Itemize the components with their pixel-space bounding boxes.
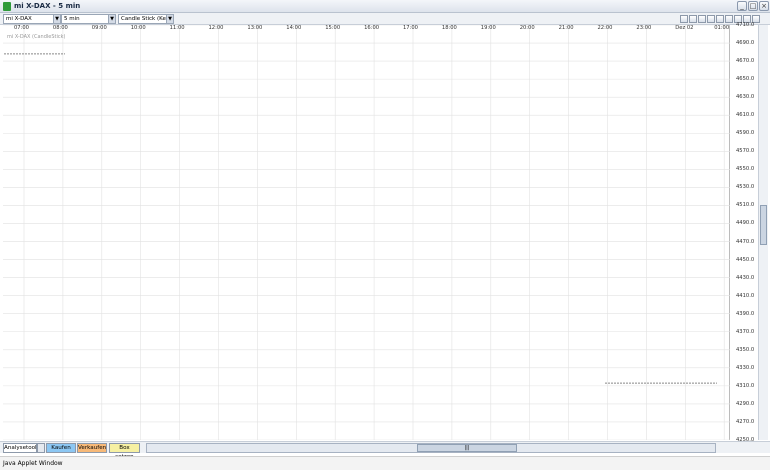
price-tick-label: 4690.0 xyxy=(736,40,755,47)
chevron-down-icon[interactable]: ▼ xyxy=(53,15,60,23)
instrument-select-value: mi X-DAX xyxy=(6,16,32,22)
box-set-button[interactable]: Box setzen xyxy=(109,443,140,460)
buy-button[interactable]: Kaufen xyxy=(46,443,76,453)
price-tick-label: 4650.0 xyxy=(736,76,755,83)
chart-toolbar: mi X-DAX ▼ 5 min ▼ Candle Stick (Kerzen)… xyxy=(0,13,770,25)
time-tick-label: 17:00 xyxy=(403,25,418,31)
zoom-in-icon[interactable] xyxy=(725,15,733,23)
time-tick-label: 14:00 xyxy=(286,25,302,31)
price-tick-label: 4390.0 xyxy=(736,310,755,317)
text-tool-icon[interactable] xyxy=(707,15,715,23)
price-tick-label: 4470.0 xyxy=(736,238,755,245)
price-tick-label: 4270.0 xyxy=(736,418,755,425)
time-tick-label: 08:00 xyxy=(52,25,68,31)
chart-panel[interactable]: mi X-DAX (CandleStick) 4710.0 4690.0 4670.… xyxy=(0,22,770,443)
sell-button[interactable]: Verkaufen xyxy=(77,443,107,453)
price-tick-label: 4550.0 xyxy=(736,166,755,173)
bottom-toolbar: Analysetool Kaufen Verkaufen Box setzen … xyxy=(0,441,770,460)
time-tick-label: 07:00 xyxy=(14,25,29,31)
horizontal-scrollbar-thumb[interactable]: ||| xyxy=(417,444,517,452)
price-tick-label: 4330.0 xyxy=(736,364,755,371)
time-tick-label: 10:00 xyxy=(130,25,146,31)
draw-trend-icon[interactable] xyxy=(689,15,697,23)
chart-type-select[interactable]: Candle Stick (Kerzen) ▼ xyxy=(118,14,174,24)
app-icon xyxy=(3,2,11,11)
indicator-icon[interactable] xyxy=(716,15,724,23)
window-title: mi X-DAX - 5 min xyxy=(14,2,81,10)
time-tick-label: 16:00 xyxy=(364,25,380,31)
instrument-label: mi X-DAX (CandleStick) xyxy=(7,34,66,40)
time-tick-label: 22:00 xyxy=(597,25,613,31)
time-tick-label: 12:00 xyxy=(208,25,224,31)
interval-select-value: 5 min xyxy=(64,16,80,22)
analysis-tool-button[interactable]: Analysetool xyxy=(3,443,37,453)
status-bar: Java Applet Window xyxy=(0,456,770,470)
price-tick-label: 4490.0 xyxy=(736,220,755,227)
price-tick-label: 4630.0 xyxy=(736,94,755,101)
time-tick-label: 18:00 xyxy=(441,25,457,31)
chevron-down-icon[interactable]: ▼ xyxy=(108,15,115,23)
interval-select[interactable]: 5 min ▼ xyxy=(61,14,116,24)
price-tick-label: 4570.0 xyxy=(736,148,755,155)
time-tick-label: 21:00 xyxy=(558,25,574,31)
price-tick-label: 4430.0 xyxy=(736,274,755,281)
draw-line-icon[interactable] xyxy=(680,15,688,23)
price-tick-label: 4410.0 xyxy=(736,292,755,299)
close-button[interactable]: × xyxy=(759,1,769,11)
time-tick-label: Dez 02 xyxy=(675,25,694,31)
title-bar: mi X-DAX - 5 min _ □ × xyxy=(0,0,770,13)
time-tick-label: 23:00 xyxy=(636,25,652,31)
time-tick-label: 20:00 xyxy=(519,25,535,31)
vertical-scrollbar-thumb[interactable] xyxy=(760,205,767,245)
time-tick-label: 01:00 xyxy=(714,25,730,31)
instrument-select[interactable]: mi X-DAX ▼ xyxy=(3,14,61,24)
candlestick-chart[interactable] xyxy=(3,24,730,441)
draw-channel-icon[interactable] xyxy=(698,15,706,23)
status-text: Java Applet Window xyxy=(3,460,63,467)
time-tick-label: 09:00 xyxy=(91,25,107,31)
price-tick-label: 4350.0 xyxy=(736,346,755,353)
chart-area[interactable]: mi X-DAX (CandleStick) xyxy=(3,24,730,441)
price-tick-label: 4710.0 xyxy=(736,22,755,28)
price-tick-label: 4670.0 xyxy=(736,58,755,65)
time-tick-label: 15:00 xyxy=(325,25,341,31)
time-tick-label: 13:00 xyxy=(247,25,263,31)
price-tick-label: 4370.0 xyxy=(736,328,755,335)
price-tick-label: 4510.0 xyxy=(736,202,755,209)
time-tick-label: 19:00 xyxy=(480,25,496,31)
minimize-button[interactable]: _ xyxy=(737,1,747,11)
horizontal-scrollbar[interactable]: ||| xyxy=(146,443,716,453)
price-tick-label: 4610.0 xyxy=(736,112,755,119)
price-tick-label: 4590.0 xyxy=(736,130,755,137)
chevron-down-icon[interactable]: ▼ xyxy=(166,15,173,23)
chevron-down-icon[interactable] xyxy=(37,443,45,453)
price-tick-label: 4450.0 xyxy=(736,256,755,263)
price-tick-label: 4290.0 xyxy=(736,400,755,407)
time-tick-label: 11:00 xyxy=(169,25,185,31)
price-tick-label: 4530.0 xyxy=(736,184,755,191)
price-tick-label: 4310.0 xyxy=(736,382,755,389)
maximize-button[interactable]: □ xyxy=(748,1,758,11)
vertical-scrollbar[interactable] xyxy=(758,25,768,440)
